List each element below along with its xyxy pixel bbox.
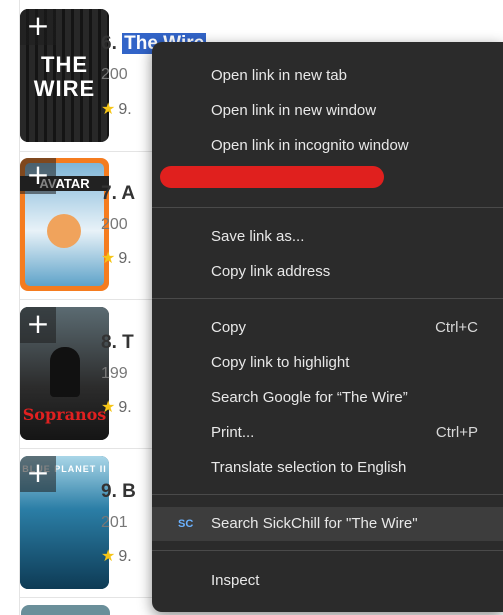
menu-copy[interactable]: Copy Ctrl+C (152, 312, 503, 344)
menu-copy-link-address[interactable]: Copy link address (152, 256, 503, 288)
show-year: 199 (101, 365, 128, 382)
poster-title-text: Sopranos (22, 405, 107, 424)
poster-the-sopranos[interactable]: Sopranos + (20, 307, 109, 440)
menu-separator (152, 207, 503, 208)
show-rating: ★ 9. (101, 548, 132, 565)
context-menu: Open link in new tab Open link in new wi… (152, 42, 503, 612)
poster-the-wire[interactable]: THE WIRE + (20, 9, 109, 142)
menu-inspect[interactable]: Inspect (152, 565, 503, 597)
show-rating: ★ 9. (101, 250, 132, 267)
star-icon: ★ (101, 399, 116, 416)
star-icon: ★ (101, 548, 116, 565)
menu-search-google[interactable]: Search Google for “The Wire” (152, 382, 503, 414)
menu-save-link-as[interactable]: Save link as... (152, 221, 503, 253)
star-icon: ★ (101, 101, 116, 118)
poster-next-partial[interactable] (21, 605, 110, 615)
print-shortcut: Ctrl+P (435, 424, 478, 441)
redaction-mark (160, 166, 384, 188)
menu-search-sickchill[interactable]: SC Search SickChill for "The Wire" (152, 507, 503, 541)
menu-open-link-incognito[interactable]: Open link in incognito window (152, 130, 503, 162)
show-rating: ★ 9. (101, 399, 132, 416)
show-year: 200 (101, 216, 128, 233)
poster-blue-planet-ii[interactable]: BLUE PLANET II + (20, 456, 109, 589)
menu-separator (152, 550, 503, 551)
add-to-watchlist-icon[interactable]: + (20, 9, 56, 45)
menu-translate-selection[interactable]: Translate selection to English (152, 452, 503, 484)
show-title[interactable]: 7. A (101, 183, 135, 205)
add-to-watchlist-icon[interactable]: + (20, 158, 56, 194)
copy-shortcut: Ctrl+C (435, 319, 478, 336)
show-title[interactable]: 8. T (101, 332, 134, 354)
menu-open-link-new-window[interactable]: Open link in new window (152, 95, 503, 127)
add-to-watchlist-icon[interactable]: + (20, 456, 56, 492)
show-year: 200 (101, 66, 128, 83)
poster-avatar[interactable]: AVATAR + (20, 158, 109, 291)
menu-open-link-new-tab[interactable]: Open link in new tab (152, 60, 503, 92)
show-title[interactable]: 9. B (101, 481, 136, 503)
menu-separator (152, 298, 503, 299)
show-rating: ★ 9. (101, 101, 132, 118)
add-to-watchlist-icon[interactable]: + (20, 307, 56, 343)
show-year: 201 (101, 514, 128, 531)
menu-print[interactable]: Print... Ctrl+P (152, 417, 503, 449)
poster-title-text: THE WIRE (33, 52, 96, 101)
sickchill-icon: SC (178, 518, 194, 530)
menu-copy-link-to-highlight[interactable]: Copy link to highlight (152, 347, 503, 379)
star-icon: ★ (101, 250, 116, 267)
menu-separator (152, 494, 503, 495)
